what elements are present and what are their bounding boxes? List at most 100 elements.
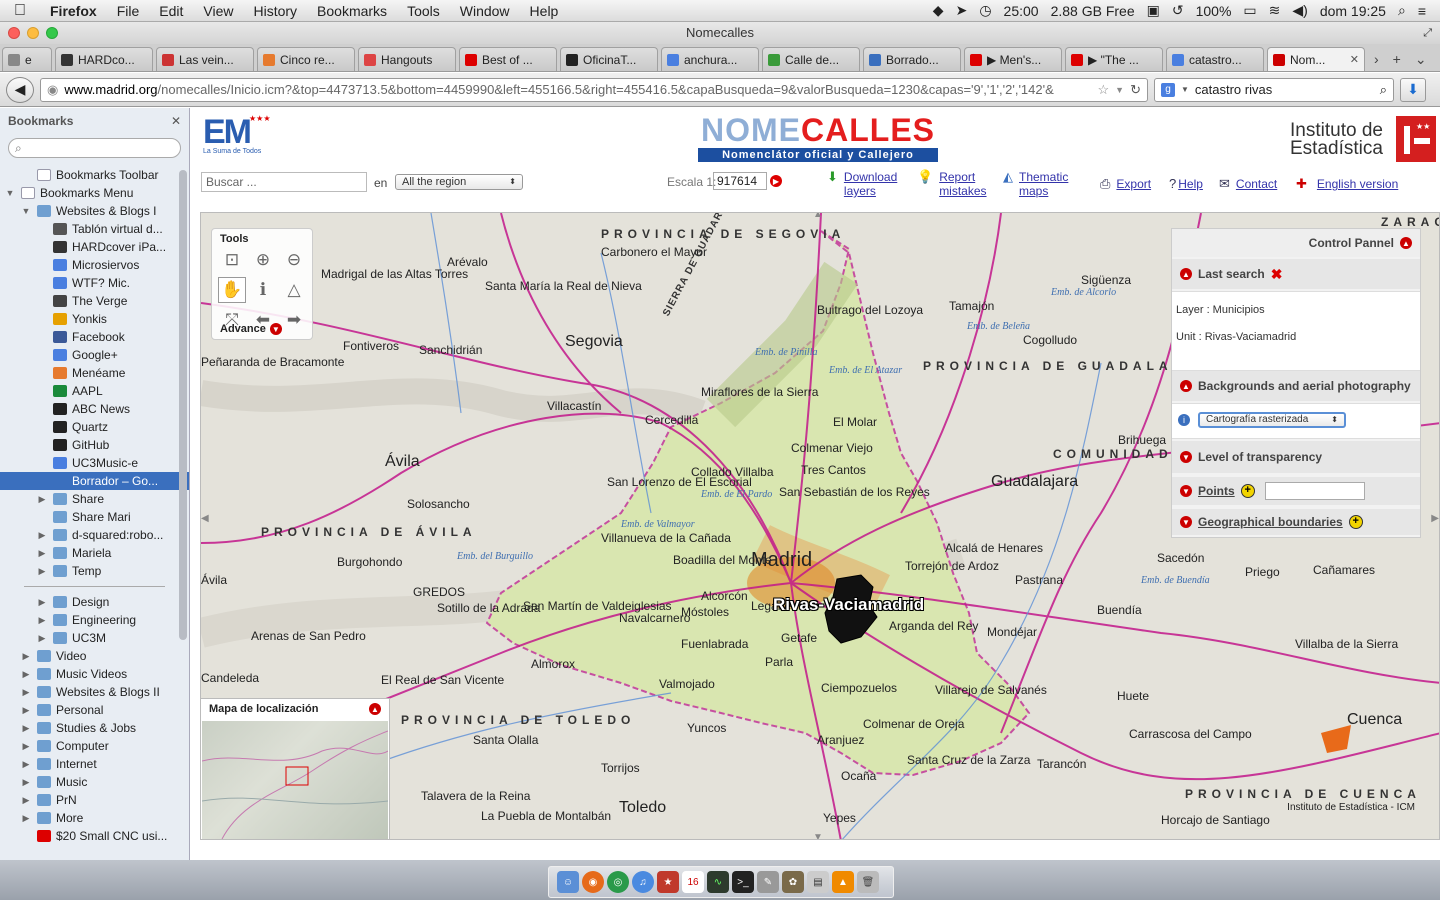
web-search-box[interactable]: g ▼ catastro rivas ⌕: [1154, 77, 1394, 102]
tab[interactable]: Borrado...: [863, 47, 961, 71]
spotlight-icon[interactable]: ⌕: [1398, 2, 1406, 19]
bookmark-folder[interactable]: ▶ Temp: [0, 562, 189, 580]
memory-status[interactable]: 2.88 GB Free: [1051, 3, 1135, 19]
tab[interactable]: Cinco re...: [257, 47, 355, 71]
twisty-icon[interactable]: ▶: [20, 723, 32, 734]
points-label[interactable]: Points: [1198, 484, 1235, 498]
add-boundaries-icon[interactable]: +: [1348, 515, 1363, 529]
points-section[interactable]: ▼ Points +: [1172, 477, 1420, 505]
bookmark-folder[interactable]: ▶ Studies & Jobs: [0, 719, 189, 737]
collapse-last-search-icon[interactable]: ▲: [1180, 268, 1192, 280]
thematic-maps-text[interactable]: Thematic maps: [1019, 170, 1075, 198]
report-mistakes-text[interactable]: Report mistakes: [939, 170, 993, 198]
pan-south-icon[interactable]: ▼: [813, 832, 823, 839]
last-search-section[interactable]: ▲ Last search ✖: [1172, 259, 1420, 289]
fullscreen-icon[interactable]: ⤢: [1423, 22, 1432, 44]
twisty-icon[interactable]: ▶: [20, 669, 32, 680]
tab-active[interactable]: Nom... ✕: [1267, 47, 1365, 71]
bookmark-item[interactable]: Google+: [0, 346, 189, 364]
tab[interactable]: HARDco...: [55, 47, 153, 71]
twisty-icon[interactable]: ▶: [36, 615, 48, 626]
collapse-location-map-icon[interactable]: ▲: [369, 703, 381, 715]
menu-view[interactable]: View: [193, 3, 243, 19]
close-sidebar-icon[interactable]: ✕: [171, 114, 181, 128]
finder-icon[interactable]: ☺: [557, 871, 579, 893]
bookmark-folder[interactable]: ▶ Design: [0, 593, 189, 611]
activity-monitor-icon[interactable]: ∿: [707, 871, 729, 893]
bookmark-folder[interactable]: ▶ Music Videos: [0, 665, 189, 683]
time-machine-icon[interactable]: ↺: [1172, 2, 1184, 19]
menu-edit[interactable]: Edit: [149, 3, 193, 19]
bookmark-folder[interactable]: ▶ PrN: [0, 791, 189, 809]
nomecalles-logo[interactable]: NOMECALLES Nomenclátor oficial y Calleje…: [696, 114, 940, 166]
bookmark-item[interactable]: Tablón virtual d...: [0, 220, 189, 238]
tab[interactable]: catastro...: [1166, 47, 1264, 71]
tab[interactable]: anchura...: [661, 47, 759, 71]
bookmark-folder[interactable]: ▶ Music: [0, 773, 189, 791]
bookmark-item[interactable]: Bookmarks Toolbar: [0, 166, 189, 184]
list-all-tabs-icon[interactable]: ⌄: [1415, 51, 1427, 68]
pan-west-icon[interactable]: ◀: [201, 513, 209, 524]
url-bar[interactable]: ◉ www.madrid.org/nomecalles/Inicio.icm?&…: [40, 77, 1148, 102]
zoom-out-icon[interactable]: ⊖: [280, 247, 308, 273]
tab[interactable]: Calle de...: [762, 47, 860, 71]
google-search-engine-icon[interactable]: g: [1161, 82, 1175, 97]
collapse-control-panel-icon[interactable]: ▲: [1400, 237, 1412, 249]
tab[interactable]: Hangouts: [358, 47, 456, 71]
firefox-icon[interactable]: ◉: [582, 871, 604, 893]
english-version-link[interactable]: ✚ English version: [1296, 177, 1398, 192]
bookmark-folder[interactable]: Share Mari: [0, 508, 189, 526]
twisty-icon[interactable]: ▶: [36, 548, 48, 559]
twisty-icon[interactable]: ▶: [36, 494, 48, 505]
menu-app-name[interactable]: Firefox: [40, 3, 107, 19]
bookmark-folder[interactable]: ▶ Internet: [0, 755, 189, 773]
bookmark-item[interactable]: HARDcover iPa...: [0, 238, 189, 256]
twisty-icon[interactable]: ▼: [20, 206, 32, 216]
bookmark-item[interactable]: $20 Small CNC usi...: [0, 827, 189, 845]
bookmark-item[interactable]: Facebook: [0, 328, 189, 346]
terminal-icon[interactable]: >_: [732, 871, 754, 893]
reload-icon[interactable]: ↻: [1130, 82, 1141, 98]
comunidad-madrid-logo[interactable]: EM La Suma de Todos ★★★: [203, 114, 271, 160]
help-text[interactable]: Help: [1178, 177, 1203, 191]
bookmark-item[interactable]: GitHub: [0, 436, 189, 454]
next-view-icon[interactable]: ➡: [280, 307, 308, 333]
advance-toggle[interactable]: Advance ▼: [220, 323, 282, 335]
bookmark-item[interactable]: Microsiervos: [0, 256, 189, 274]
tab[interactable]: OficinaT...: [560, 47, 658, 71]
bookmark-folder[interactable]: ▶ Engineering: [0, 611, 189, 629]
tab[interactable]: Best of ...: [459, 47, 557, 71]
info-icon[interactable]: ℹ: [249, 277, 277, 303]
thematic-maps-link[interactable]: ◭ Thematic maps: [1003, 170, 1075, 199]
close-tab-icon[interactable]: ✕: [1350, 53, 1359, 66]
english-version-text[interactable]: English version: [1317, 177, 1398, 191]
bookmark-folder[interactable]: ▶ UC3M: [0, 629, 189, 647]
bookmark-folder[interactable]: ▶ More: [0, 809, 189, 827]
site-identity-icon[interactable]: ◉: [47, 82, 58, 98]
twisty-icon[interactable]: ▶: [20, 741, 32, 752]
twisty-icon[interactable]: ▶: [36, 597, 48, 608]
menu-window[interactable]: Window: [450, 3, 520, 19]
display-icon[interactable]: ▣: [1147, 2, 1160, 19]
twisty-icon[interactable]: ▶: [20, 777, 32, 788]
battery-percent[interactable]: 100%: [1196, 3, 1232, 19]
location-icon[interactable]: ➤: [956, 2, 968, 19]
twisty-icon[interactable]: ▶: [36, 633, 48, 644]
search-icon[interactable]: ⌕: [1380, 82, 1387, 98]
contact-link[interactable]: ✉ Contact: [1219, 177, 1277, 192]
itunes-icon[interactable]: ♫: [632, 871, 654, 893]
twisty-icon[interactable]: ▶: [20, 759, 32, 770]
bookmark-star-icon[interactable]: ☆: [1098, 82, 1110, 98]
street-search-input[interactable]: Buscar ...: [201, 172, 367, 192]
background-select[interactable]: Cartografía rasterizada ⬍: [1198, 412, 1346, 428]
info-icon[interactable]: i: [1178, 414, 1190, 426]
twisty-icon[interactable]: ▶: [36, 530, 48, 541]
bookmark-item[interactable]: ▼ Bookmarks Menu: [0, 184, 189, 202]
vlc-icon[interactable]: ▲: [832, 871, 854, 893]
bookmark-item[interactable]: Quartz: [0, 418, 189, 436]
help-link[interactable]: ? Help: [1169, 177, 1203, 192]
bookmark-folder[interactable]: ▼ Websites & Blogs I: [0, 202, 189, 220]
new-tab-icon[interactable]: +: [1393, 51, 1401, 67]
boundaries-label[interactable]: Geographical boundaries: [1198, 515, 1343, 529]
bookmark-item[interactable]: AAPL: [0, 382, 189, 400]
